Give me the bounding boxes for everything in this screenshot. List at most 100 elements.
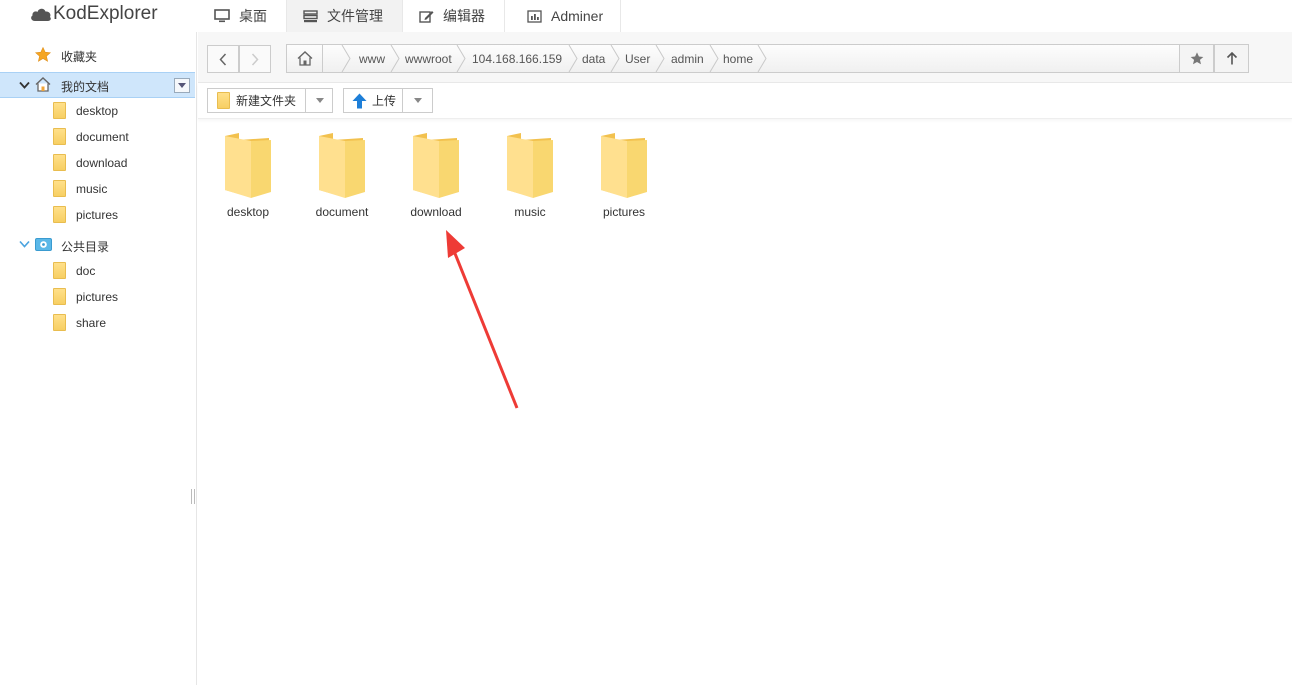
upload-dropdown[interactable]	[402, 89, 432, 112]
sidebar-item-document[interactable]: document	[0, 124, 195, 150]
edit-icon	[419, 9, 434, 23]
sidebar-item-label: pictures	[76, 290, 119, 304]
breadcrumb-separator-icon	[757, 45, 767, 72]
breadcrumb-separator-icon	[456, 45, 466, 72]
breadcrumb-item-data[interactable]: data	[582, 45, 605, 72]
breadcrumb-blank	[323, 45, 341, 72]
sidebar-item-public-pictures[interactable]: pictures	[0, 284, 195, 310]
sidebar-item-favorites[interactable]: 收藏夹	[0, 42, 195, 68]
sidebar-item-desktop[interactable]: desktop	[0, 98, 195, 124]
breadcrumb-item-wwwroot[interactable]: wwwroot	[405, 45, 452, 72]
sidebar-item-label: doc	[76, 264, 96, 278]
folder-icon	[217, 92, 230, 109]
back-button[interactable]	[207, 45, 239, 73]
sidebar-item-label: desktop	[76, 104, 119, 118]
folder-icon	[319, 133, 365, 198]
breadcrumb-separator-icon	[390, 45, 400, 72]
dropdown-button[interactable]	[174, 78, 190, 93]
folder-icon	[601, 133, 647, 198]
sidebar-item-public[interactable]: 公共目录	[0, 232, 195, 258]
tab-label: 文件管理	[327, 8, 383, 24]
top-bar: KodExplorer 桌面 文件管理 编辑器 Adminer	[0, 0, 1292, 32]
file-item-download[interactable]: download	[389, 128, 483, 224]
breadcrumb-separator-icon	[655, 45, 665, 72]
sidebar-item-download[interactable]: download	[0, 150, 195, 176]
upload-button[interactable]: 上传	[343, 88, 433, 113]
favorite-button[interactable]	[1179, 44, 1214, 73]
tab-desktop[interactable]: 桌面	[198, 0, 287, 32]
sidebar-item-music[interactable]: music	[0, 176, 195, 202]
caret-down-icon	[178, 83, 186, 88]
folder-icon	[53, 102, 66, 119]
breadcrumb-separator-icon	[610, 45, 620, 72]
sidebar-item-my-docs[interactable]: 我的文档	[0, 72, 195, 98]
file-manager-icon	[303, 9, 318, 23]
toolbar: 新建文件夹 上传	[198, 83, 1292, 119]
file-item-document[interactable]: document	[295, 128, 389, 224]
file-name: document	[315, 205, 369, 219]
new-folder-button[interactable]: 新建文件夹	[207, 88, 333, 113]
upload-arrow-icon	[352, 93, 367, 108]
tab-label: 编辑器	[443, 8, 485, 24]
new-folder-label: 新建文件夹	[236, 94, 297, 108]
folder-icon	[53, 154, 66, 171]
caret-down-icon	[315, 98, 324, 103]
tab-file-manager[interactable]: 文件管理	[287, 0, 403, 32]
sidebar-item-label: 收藏夹	[61, 50, 98, 64]
app-logo[interactable]: KodExplorer	[30, 2, 158, 26]
tab-editor[interactable]: 编辑器	[403, 0, 505, 32]
breadcrumb: www wwwroot 104.168.166.159 data User ad…	[286, 44, 1180, 73]
home-icon	[297, 51, 312, 66]
breadcrumb-separator-icon	[709, 45, 719, 72]
file-name: pictures	[602, 205, 646, 219]
home-icon	[35, 77, 51, 92]
folder-icon	[413, 133, 459, 198]
file-name: desktop	[226, 205, 270, 219]
sidebar-item-share[interactable]: share	[0, 310, 195, 336]
sidebar-item-label: download	[76, 156, 128, 170]
sidebar-item-label: 我的文档	[61, 80, 110, 94]
breadcrumb-item-home[interactable]: home	[723, 45, 753, 72]
folder-icon	[225, 133, 271, 198]
address-area: www wwwroot 104.168.166.159 data User ad…	[198, 32, 1292, 83]
forward-button[interactable]	[239, 45, 271, 73]
sidebar: 收藏夹 我的文档 desktop document download music…	[0, 32, 197, 685]
breadcrumb-item-user[interactable]: User	[625, 45, 650, 72]
go-up-button[interactable]	[1214, 44, 1249, 73]
sidebar-item-label: 公共目录	[61, 240, 110, 254]
breadcrumb-item-www[interactable]: www	[359, 45, 385, 72]
breadcrumb-item-ip[interactable]: 104.168.166.159	[472, 45, 562, 72]
chart-icon	[527, 9, 542, 23]
chevron-down-icon[interactable]	[19, 79, 30, 93]
tab-label: 桌面	[239, 8, 267, 24]
breadcrumb-separator-icon	[568, 45, 578, 72]
sidebar-item-label: music	[76, 182, 108, 196]
breadcrumb-home-button[interactable]	[287, 45, 323, 72]
file-item-music[interactable]: music	[483, 128, 577, 224]
upload-label: 上传	[372, 94, 397, 108]
folder-icon	[53, 314, 66, 331]
public-drive-icon	[35, 238, 52, 251]
sidebar-item-label: pictures	[76, 208, 119, 222]
chevron-down-icon[interactable]	[19, 238, 30, 252]
file-name: music	[514, 205, 546, 219]
sidebar-item-label: document	[76, 130, 129, 144]
new-folder-dropdown[interactable]	[305, 89, 333, 112]
sidebar-item-doc[interactable]: doc	[0, 258, 195, 284]
file-item-pictures[interactable]: pictures	[577, 128, 671, 224]
arrow-up-icon	[1226, 52, 1237, 65]
file-name: download	[410, 205, 462, 219]
folder-icon	[53, 180, 66, 197]
file-item-desktop[interactable]: desktop	[201, 128, 295, 224]
tab-adminer[interactable]: Adminer	[505, 0, 621, 32]
caret-down-icon	[413, 98, 422, 103]
logo-text: KodExplorer	[53, 3, 158, 24]
star-icon	[1190, 52, 1203, 65]
chevron-left-icon	[219, 52, 227, 66]
breadcrumb-item-admin[interactable]: admin	[671, 45, 704, 72]
sidebar-resize-handle[interactable]	[191, 489, 195, 504]
folder-icon	[53, 206, 66, 223]
sidebar-item-pictures[interactable]: pictures	[0, 202, 195, 228]
folder-icon	[53, 262, 66, 279]
breadcrumb-separator-icon	[341, 45, 351, 72]
